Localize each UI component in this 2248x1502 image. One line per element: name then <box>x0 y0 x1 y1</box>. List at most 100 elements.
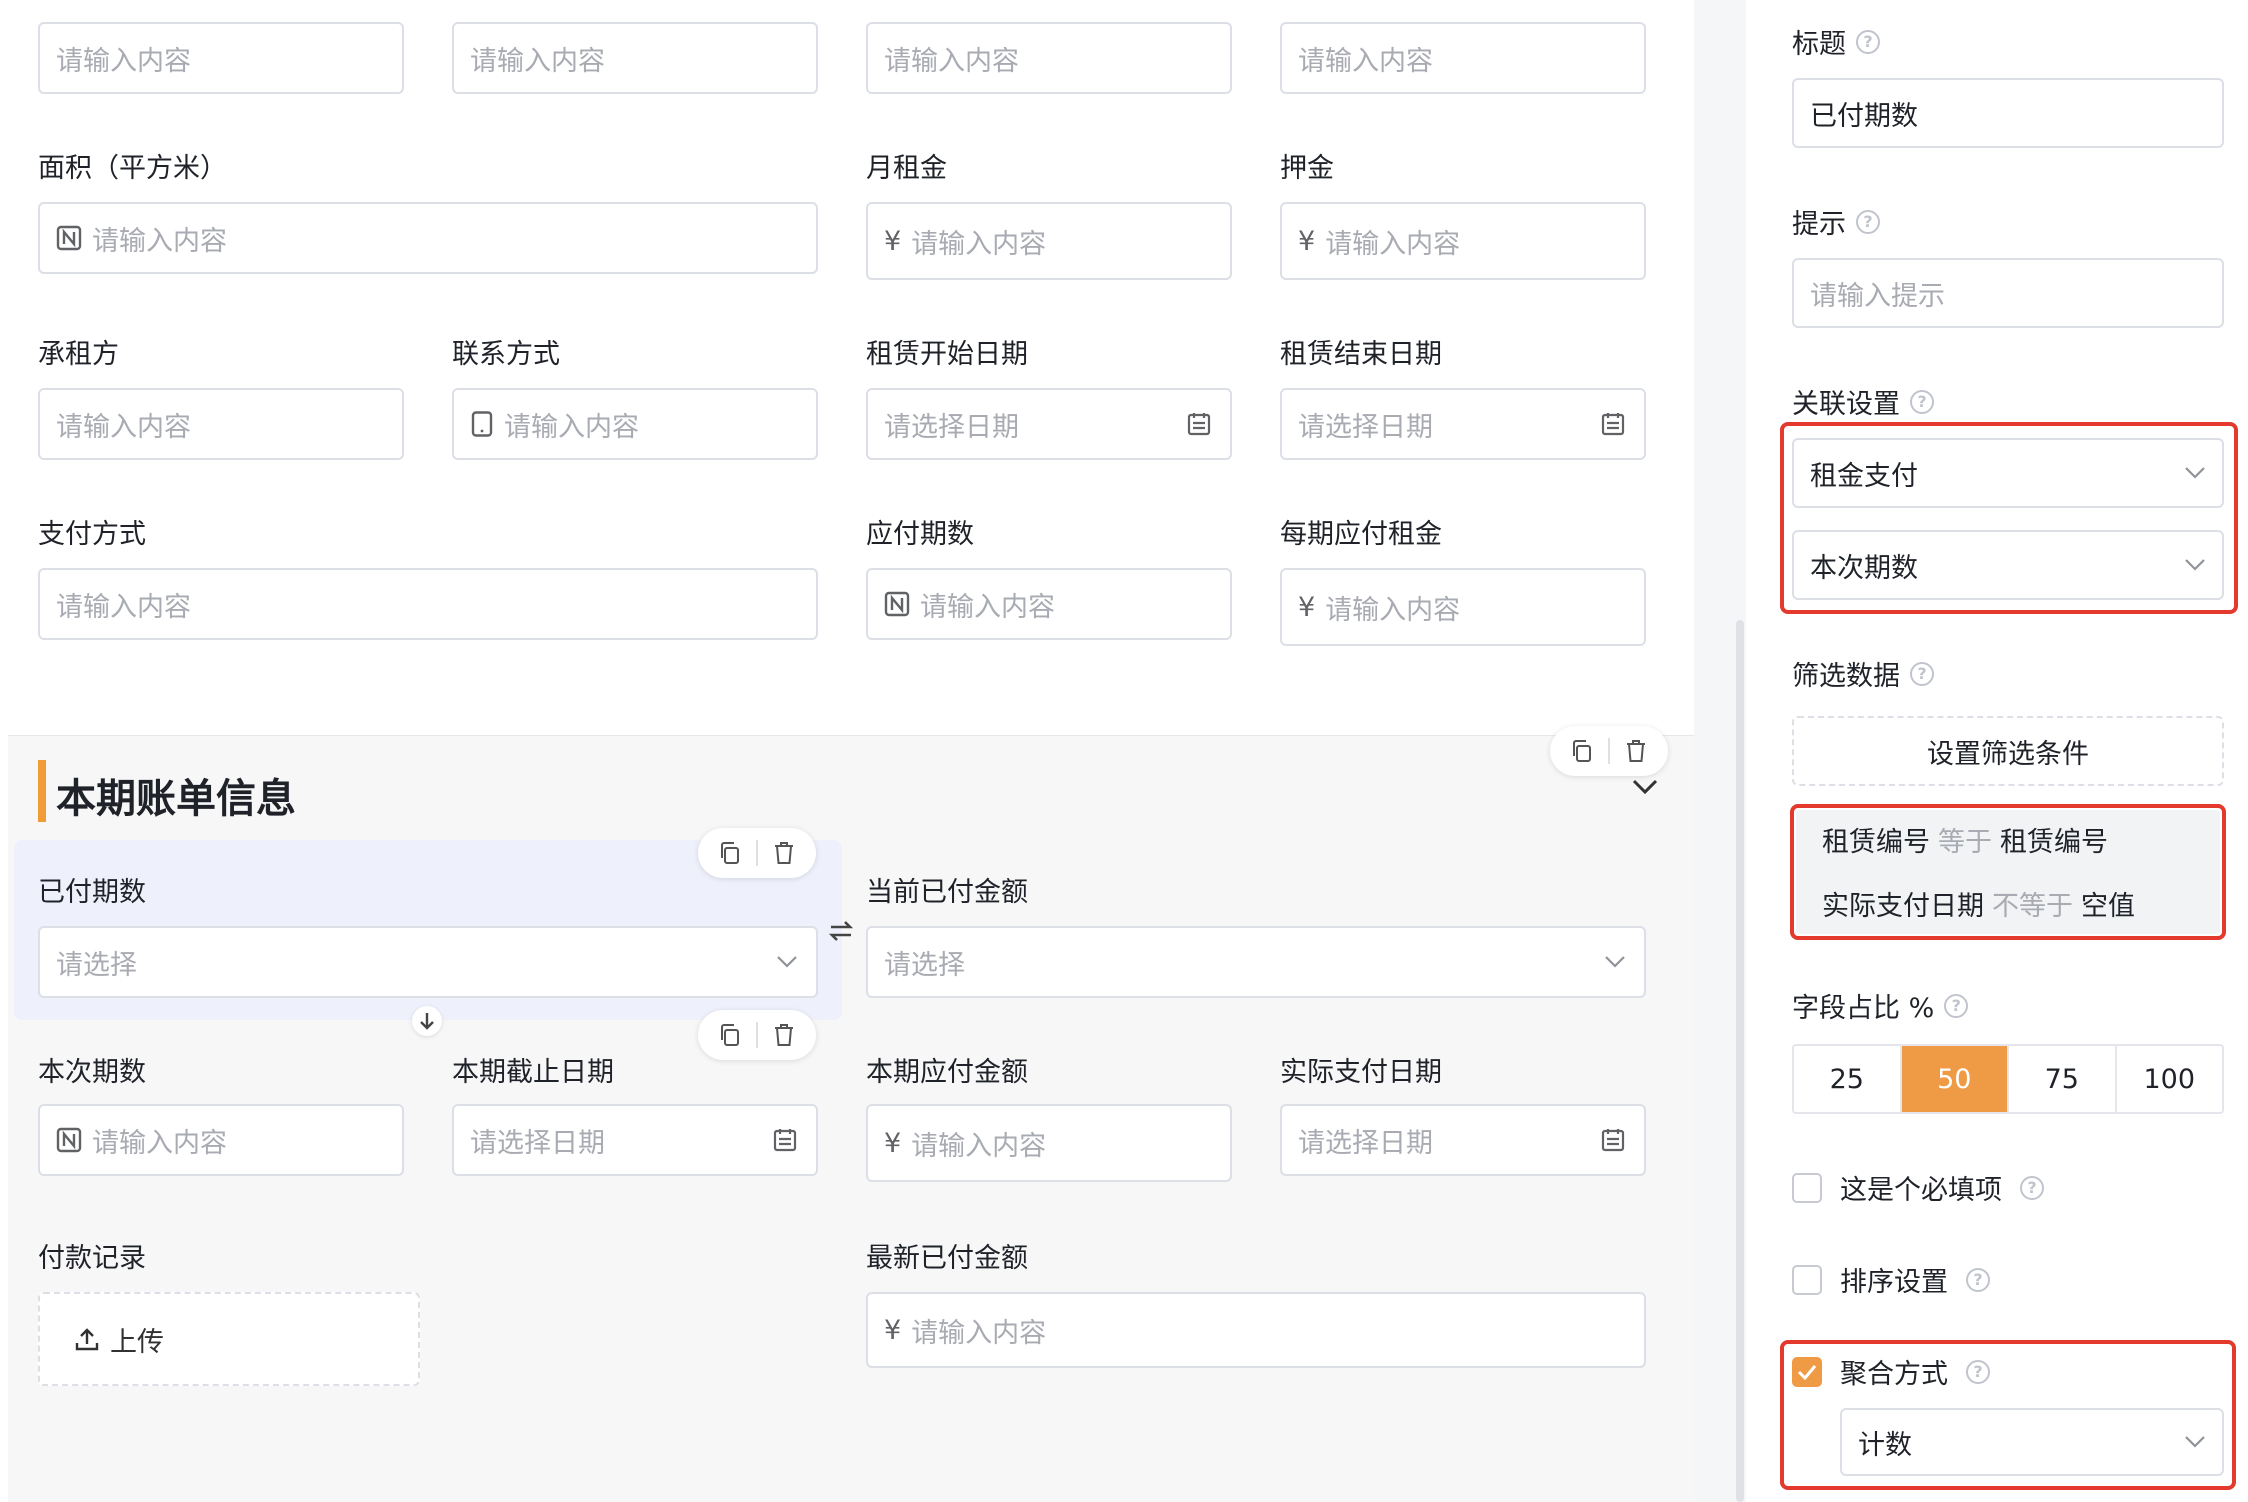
chevron-down-icon <box>776 955 798 969</box>
payment-record-label: 付款记录 <box>38 1243 146 1274</box>
help-icon[interactable]: ? <box>2020 1175 2044 1200</box>
period-deadline-date-picker[interactable]: 请选择日期 <box>452 1104 818 1176</box>
title-setting-label: 标题? <box>1792 22 1880 61</box>
input-placeholder: 请输入内容 <box>911 1130 1047 1162</box>
period-deadline-label: 本期截止日期 <box>452 1057 614 1088</box>
period-amount-due-label: 本期应付金额 <box>866 1057 1028 1088</box>
lease-start-label: 租赁开始日期 <box>866 339 1028 370</box>
copy-icon[interactable] <box>710 1015 750 1055</box>
field-toolbar <box>698 828 816 878</box>
help-icon[interactable]: ? <box>1856 29 1880 54</box>
contact-input[interactable]: 请输入内容 <box>452 388 818 460</box>
sort-checkbox[interactable] <box>1792 1264 1822 1295</box>
period-amount-due-input[interactable]: ¥ 请输入内容 <box>866 1104 1232 1182</box>
delete-icon[interactable] <box>764 1015 804 1055</box>
help-icon[interactable]: ? <box>1944 993 1969 1018</box>
field-toolbar <box>698 1010 816 1060</box>
input-placeholder: 请输入内容 <box>920 591 1055 623</box>
delete-icon[interactable] <box>764 833 804 873</box>
toolbar-divider <box>756 1022 758 1048</box>
current-paid-amount-select[interactable]: 请选择 <box>866 926 1646 998</box>
width-option-100[interactable]: 100 <box>2117 1046 2223 1112</box>
monthly-rent-label: 月租金 <box>866 153 947 184</box>
width-option-25[interactable]: 25 <box>1794 1046 1902 1112</box>
help-icon[interactable]: ? <box>1910 389 1934 414</box>
lease-start-date-picker[interactable]: 请选择日期 <box>866 388 1232 460</box>
hint-setting-text: 提示 <box>1792 209 1846 240</box>
actual-pay-date-label: 实际支付日期 <box>1280 1057 1442 1088</box>
input-placeholder: 请输入内容 <box>911 228 1047 260</box>
current-paid-amount-label: 当前已付金额 <box>866 877 1028 908</box>
width-option-50[interactable]: 50 <box>1901 1046 2009 1112</box>
input-placeholder: 请输入内容 <box>1325 594 1461 626</box>
help-icon[interactable]: ? <box>1966 1267 1990 1292</box>
field-width-text: 字段占比 % <box>1792 993 1935 1024</box>
move-down-arrow-icon[interactable] <box>412 1006 442 1036</box>
width-option-75[interactable]: 75 <box>2009 1046 2117 1112</box>
phone-icon <box>470 411 494 437</box>
text-input[interactable]: 请输入内容 <box>38 22 404 94</box>
title-input[interactable]: 已付期数 <box>1792 78 2224 148</box>
actual-pay-date-picker[interactable]: 请选择日期 <box>1280 1104 1646 1176</box>
title-input-value: 已付期数 <box>1810 100 1918 132</box>
input-placeholder: 请选择日期 <box>470 1127 605 1159</box>
scrollbar[interactable] <box>1736 620 1744 1502</box>
rent-per-period-label: 每期应付租金 <box>1280 519 1442 550</box>
rent-per-period-input[interactable]: ¥ 请输入内容 <box>1280 568 1646 646</box>
paid-periods-label: 已付期数 <box>38 877 146 908</box>
link-setting-label: 关联设置? <box>1792 382 1934 421</box>
upload-button[interactable]: 上传 <box>38 1292 420 1386</box>
sort-text: 排序设置 <box>1840 1267 1948 1298</box>
input-placeholder: 请输入内容 <box>504 411 639 443</box>
text-input[interactable]: 请输入内容 <box>866 22 1232 94</box>
contact-label: 联系方式 <box>452 339 560 370</box>
delete-icon[interactable] <box>1616 731 1656 771</box>
filter-condition-highlight-box <box>1790 804 2226 940</box>
number-icon <box>884 591 910 617</box>
currency-prefix: ¥ <box>1298 591 1316 623</box>
lease-end-date-picker[interactable]: 请选择日期 <box>1280 388 1646 460</box>
copy-icon[interactable] <box>1562 731 1602 771</box>
input-placeholder: 请输入内容 <box>92 225 227 257</box>
this-period-no-label: 本次期数 <box>38 1057 146 1088</box>
payment-method-input[interactable]: 请输入内容 <box>38 568 818 640</box>
text-input[interactable]: 请输入内容 <box>452 22 818 94</box>
required-option[interactable]: 这是个必填项? <box>1792 1168 2044 1207</box>
swap-arrows-icon[interactable] <box>826 916 856 946</box>
toolbar-divider <box>756 840 758 866</box>
lease-end-label: 租赁结束日期 <box>1280 339 1442 370</box>
periods-due-label: 应付期数 <box>866 519 974 550</box>
tenant-label: 承租方 <box>38 339 119 370</box>
monthly-rent-input[interactable]: ¥ 请输入内容 <box>866 202 1232 280</box>
required-checkbox[interactable] <box>1792 1172 1822 1203</box>
text-input[interactable]: 请输入内容 <box>1280 22 1646 94</box>
input-placeholder: 请输入内容 <box>884 45 1019 77</box>
latest-paid-amount-input[interactable]: ¥ 请输入内容 <box>866 1292 1646 1368</box>
hint-input[interactable]: 请输入提示 <box>1792 258 2224 328</box>
help-icon[interactable]: ? <box>1910 661 1934 686</box>
periods-due-number-input[interactable]: 请输入内容 <box>866 568 1232 640</box>
upload-icon <box>74 1326 100 1352</box>
copy-icon[interactable] <box>710 833 750 873</box>
help-icon[interactable]: ? <box>1856 209 1880 234</box>
link-setting-highlight-box <box>1780 422 2238 614</box>
tenant-input[interactable]: 请输入内容 <box>38 388 404 460</box>
collapse-chevron-icon[interactable] <box>1630 772 1660 802</box>
number-icon <box>56 225 82 251</box>
calendar-icon <box>1186 411 1212 437</box>
select-placeholder: 请选择 <box>884 949 965 981</box>
this-period-number-input[interactable]: 请输入内容 <box>38 1104 404 1176</box>
hint-setting-label: 提示? <box>1792 202 1880 241</box>
currency-prefix: ¥ <box>884 1314 902 1346</box>
sort-option[interactable]: 排序设置? <box>1792 1260 1990 1299</box>
calendar-icon <box>1600 411 1626 437</box>
calendar-icon <box>772 1127 798 1153</box>
deposit-input[interactable]: ¥ 请输入内容 <box>1280 202 1646 280</box>
deposit-label: 押金 <box>1280 153 1334 184</box>
upload-label: 上传 <box>110 1326 164 1358</box>
field-width-segmented: 25 50 75 100 <box>1792 1044 2224 1114</box>
set-filter-button[interactable]: 设置筛选条件 <box>1792 716 2224 786</box>
paid-periods-select[interactable]: 请选择 <box>38 926 818 998</box>
area-number-input[interactable]: 请输入内容 <box>38 202 818 274</box>
chevron-down-icon <box>1604 955 1626 969</box>
